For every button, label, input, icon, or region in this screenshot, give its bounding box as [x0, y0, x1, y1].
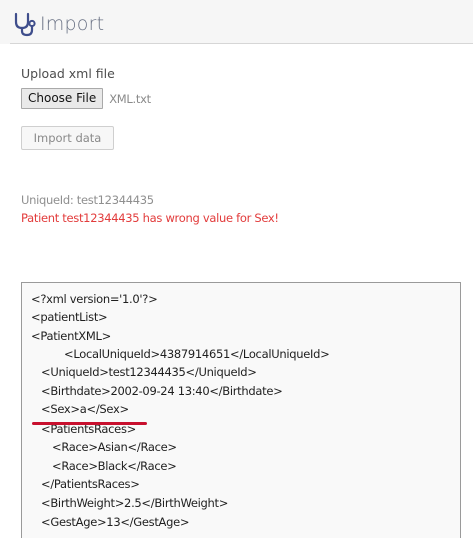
xml-content-box[interactable]: <?xml version='1.0'?> <patientList> <Pat…	[21, 282, 461, 538]
xml-line: <BirthWeight>2.5</BirthWeight>	[41, 496, 229, 510]
xml-line: <Race>Asian</Race>	[52, 440, 177, 454]
xml-line: <Race>Black</Race>	[52, 459, 177, 473]
error-message: Patient test12344435 has wrong value for…	[21, 211, 279, 225]
choose-file-button[interactable]: Choose File	[21, 88, 104, 109]
xml-line: <patientList>	[31, 310, 108, 324]
page-title: Import	[40, 13, 105, 35]
xml-line: <?xml version='1.0'?>	[31, 292, 158, 306]
xml-line: </PatientsRaces>	[41, 477, 140, 491]
stethoscope-icon	[14, 12, 36, 37]
xml-line: <Sex>a</Sex>	[41, 402, 129, 416]
header-divider	[10, 43, 473, 44]
xml-line: <GestAge>13</GestAge>	[41, 515, 190, 529]
xml-line: <UniqueId>test12344435</UniqueId>	[41, 365, 257, 379]
xml-line: <PatientXML>	[31, 329, 111, 343]
xml-line: <Birthdate>2002-09-24 13:40</Birthdate>	[41, 384, 283, 398]
selected-file-name: XML.txt	[109, 91, 151, 106]
upload-label: Upload xml file	[21, 66, 115, 81]
annotation-underline	[32, 422, 147, 425]
import-data-button[interactable]: Import data	[21, 126, 114, 150]
page-header: Import	[0, 0, 473, 44]
xml-line: <LocalUniqueId>4387914651</LocalUniqueId…	[64, 347, 330, 361]
unique-id-message: UniqueId: test12344435	[21, 193, 154, 207]
file-input[interactable]: Choose File XML.txt	[21, 87, 151, 110]
